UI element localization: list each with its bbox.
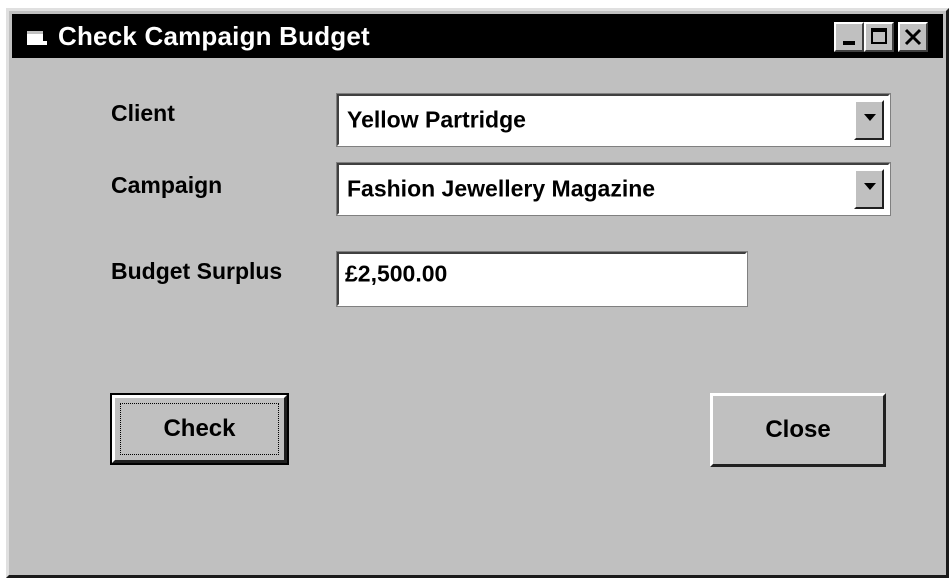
budget-surplus-value: £2,500.00 <box>345 260 448 287</box>
client-dropdown[interactable]: Yellow Partridge <box>336 93 891 147</box>
close-button-label: Close <box>765 416 831 443</box>
check-button[interactable]: Check <box>110 393 289 465</box>
close-button[interactable]: Close <box>710 393 886 467</box>
campaign-dropdown-button[interactable] <box>854 169 884 209</box>
check-campaign-budget-window: Check Campaign Budget Client Yellow Part… <box>6 8 949 578</box>
campaign-label: Campaign <box>111 172 223 198</box>
close-window-button[interactable] <box>898 22 928 52</box>
close-icon <box>904 28 922 46</box>
window-title: Check Campaign Budget <box>58 21 370 51</box>
minimize-icon <box>843 41 855 45</box>
campaign-selected-value: Fashion Jewellery Magazine <box>347 175 656 202</box>
check-button-label: Check <box>163 415 236 442</box>
maximize-icon <box>871 28 887 44</box>
budget-surplus-field[interactable]: £2,500.00 <box>336 251 748 307</box>
minimize-button[interactable] <box>834 22 864 52</box>
budget-surplus-label: Budget Surplus <box>111 258 283 284</box>
client-dropdown-button[interactable] <box>854 100 884 140</box>
campaign-dropdown[interactable]: Fashion Jewellery Magazine <box>336 162 891 216</box>
chevron-down-icon <box>864 114 876 121</box>
form-icon <box>27 31 47 45</box>
client-label: Client <box>111 100 175 126</box>
client-selected-value: Yellow Partridge <box>347 106 526 133</box>
title-bar[interactable]: Check Campaign Budget <box>12 14 943 58</box>
maximize-button[interactable] <box>864 22 894 52</box>
chevron-down-icon <box>864 183 876 190</box>
